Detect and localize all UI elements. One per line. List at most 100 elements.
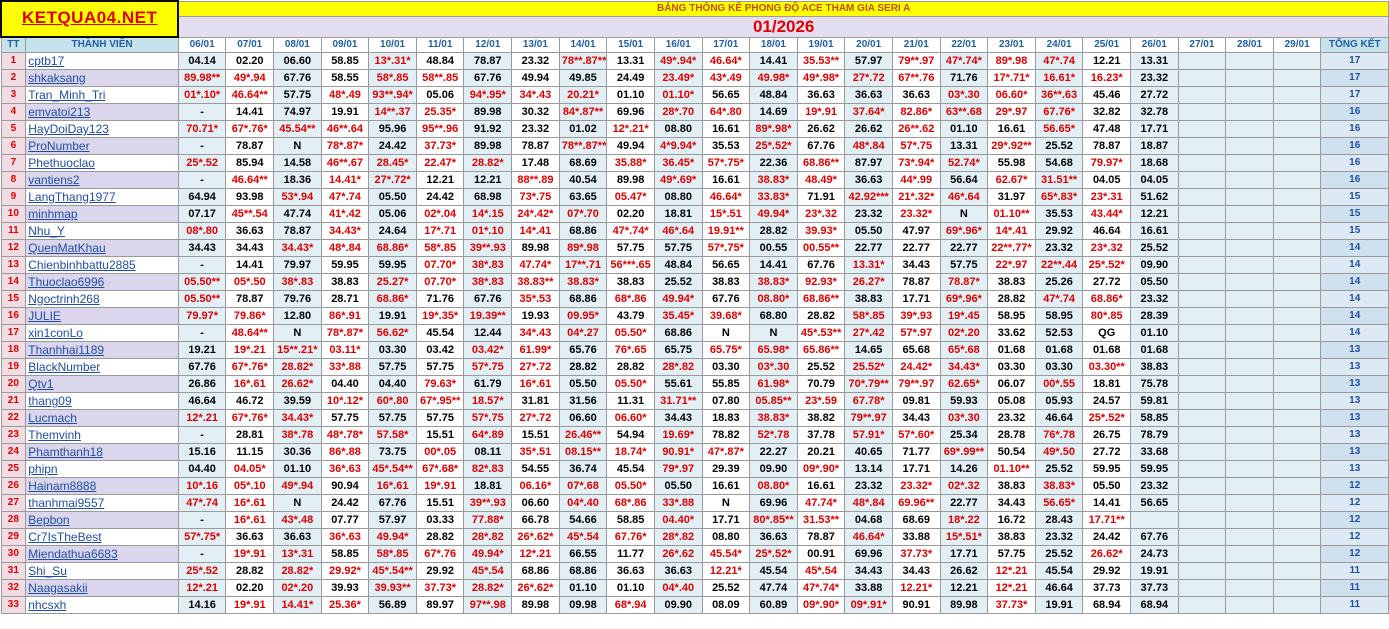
result-cell: 57.75 (320, 409, 370, 427)
result-cell: 01.10 (606, 86, 655, 104)
result-cell: 02*.32 (939, 477, 989, 495)
result-cell: 13.14 (844, 460, 893, 478)
row-number: 3 (0, 86, 27, 104)
empty-cell (1225, 409, 1274, 427)
result-cell: 34*.43 (511, 86, 560, 104)
result-cell: 05.50 (844, 222, 893, 240)
result-cell: 89.98 (606, 171, 655, 189)
result-cell: 34.43* (320, 222, 370, 240)
result-cell: 15**.21* (273, 341, 322, 359)
member-name-link[interactable]: Phamthanh18 (25, 443, 179, 461)
result-cell: 61.99* (511, 341, 560, 359)
result-cell: 14.41 (749, 52, 798, 70)
member-name-link[interactable]: cptb17 (25, 52, 179, 70)
result-cell: 48*.49 (320, 86, 370, 104)
member-name-link[interactable]: QuenMatKhau (25, 239, 179, 257)
result-cell: 67.76 (273, 69, 322, 87)
member-row: 31 Shi_Su 25*.52 28.82 28.82* 29.92* 45*.54** 2… (0, 562, 1389, 580)
empty-cell (1272, 273, 1322, 291)
member-name-link[interactable]: minhmap (25, 205, 179, 223)
member-name-link[interactable]: emvatoi213 (25, 103, 179, 121)
result-cell: 05.50 (1082, 477, 1132, 495)
result-cell: 12*.21* (606, 120, 655, 138)
result-cell: 76*.78 (1034, 426, 1084, 444)
col-header-tt: TT (0, 36, 27, 53)
member-name-link[interactable]: vantiens2 (25, 171, 179, 189)
empty-cell (1272, 324, 1322, 342)
result-cell: 67.76 (463, 69, 513, 87)
result-cell: 22**.44 (1034, 256, 1084, 274)
total-cell: 15 (1320, 205, 1389, 223)
result-cell: 26.75 (1082, 426, 1132, 444)
result-cell: 05.50 (1130, 273, 1179, 291)
member-name-link[interactable]: Miendathua6683 (25, 545, 179, 563)
result-cell: 03*.30 (939, 409, 989, 427)
result-cell: 14*.41 (987, 222, 1036, 240)
member-name-link[interactable]: Thanhhai1189 (25, 341, 179, 359)
result-cell: 68.86** (796, 154, 846, 172)
member-name-link[interactable]: Phethuoclao (25, 154, 179, 172)
member-name-link[interactable]: nhcsxh (25, 596, 179, 614)
member-name-link[interactable]: thanhmai9557 (25, 494, 179, 512)
site-logo[interactable]: KETQUA04.NET (0, 0, 180, 38)
result-cell: 36.63 (273, 528, 322, 546)
result-cell: 01*.10 (463, 222, 513, 240)
member-name-link[interactable]: Ngoctrinh268 (25, 290, 179, 308)
total-cell: 13 (1320, 460, 1389, 478)
member-name-link[interactable]: Bepbon (25, 511, 179, 529)
result-cell: 57.75 (653, 239, 703, 257)
result-cell: 39.93 (320, 579, 370, 597)
empty-cell (1177, 579, 1227, 597)
member-row: 14 Thuoclao6996 05.50** 05*.50 38*.83 38.83 25… (0, 273, 1389, 291)
result-cell: 28.82 (987, 290, 1036, 308)
result-cell: 01.68 (987, 341, 1036, 359)
result-cell: 90.91 (891, 596, 941, 614)
member-name-link[interactable]: Naagasakii (25, 579, 179, 597)
result-cell: 43*.49 (701, 69, 751, 87)
result-cell: 58.85 (606, 511, 655, 529)
member-name-link[interactable]: phipn (25, 460, 179, 478)
member-name-link[interactable]: thang09 (25, 392, 179, 410)
member-name-link[interactable]: Tran_Minh_Tri (25, 86, 179, 104)
empty-cell (1225, 375, 1274, 393)
member-name-link[interactable]: HayDoiDay123 (25, 120, 179, 138)
result-cell: 46.64* (701, 52, 751, 70)
result-cell: 22.77 (939, 239, 989, 257)
member-name-link[interactable]: Hainam8888 (25, 477, 179, 495)
empty-cell (1177, 460, 1227, 478)
member-name-link[interactable]: BlackNumber (25, 358, 179, 376)
member-name-link[interactable]: xin1conLo (25, 324, 179, 342)
result-cell: 47*.74 (320, 188, 370, 206)
empty-cell (1225, 562, 1274, 580)
result-cell: 18.74* (606, 443, 655, 461)
member-name-link[interactable]: shkaksang (25, 69, 179, 87)
empty-cell (1177, 154, 1227, 172)
member-name-link[interactable]: LangThang1977 (25, 188, 179, 206)
result-cell: 47.74 (273, 205, 322, 223)
result-cell: 38.83* (749, 273, 798, 291)
member-name-link[interactable]: Cr7IsTheBest (25, 528, 179, 546)
member-name-link[interactable]: JULIE (25, 307, 179, 325)
col-header-date: 16/01 (653, 36, 703, 53)
result-cell: 45.54 (749, 562, 798, 580)
empty-cell (1272, 137, 1322, 155)
result-cell: 06.60 (558, 409, 608, 427)
empty-cell (1225, 69, 1274, 87)
result-cell: 78.87 (1082, 137, 1132, 155)
member-row: 32 Naagasakii 12*.21 02.20 02*.20 39.93 39.93*… (0, 579, 1389, 597)
row-number: 16 (0, 307, 27, 325)
result-cell: 26.62 (796, 120, 846, 138)
member-name-link[interactable]: ProNumber (25, 137, 179, 155)
member-name-link[interactable]: Shi_Su (25, 562, 179, 580)
result-cell: 36.74 (558, 460, 608, 478)
result-cell: 10*.12* (320, 392, 370, 410)
member-name-link[interactable]: Chienbinhbattu2885 (25, 256, 179, 274)
empty-cell (1272, 494, 1322, 512)
member-name-link[interactable]: Thuoclao6996 (25, 273, 179, 291)
member-name-link[interactable]: Lucmach (25, 409, 179, 427)
member-name-link[interactable]: Nhu_Y (25, 222, 179, 240)
member-name-link[interactable]: Themvinh (25, 426, 179, 444)
total-cell: 11 (1320, 562, 1389, 580)
member-name-link[interactable]: Qtv1 (25, 375, 179, 393)
result-cell: 37.73 (1130, 579, 1179, 597)
